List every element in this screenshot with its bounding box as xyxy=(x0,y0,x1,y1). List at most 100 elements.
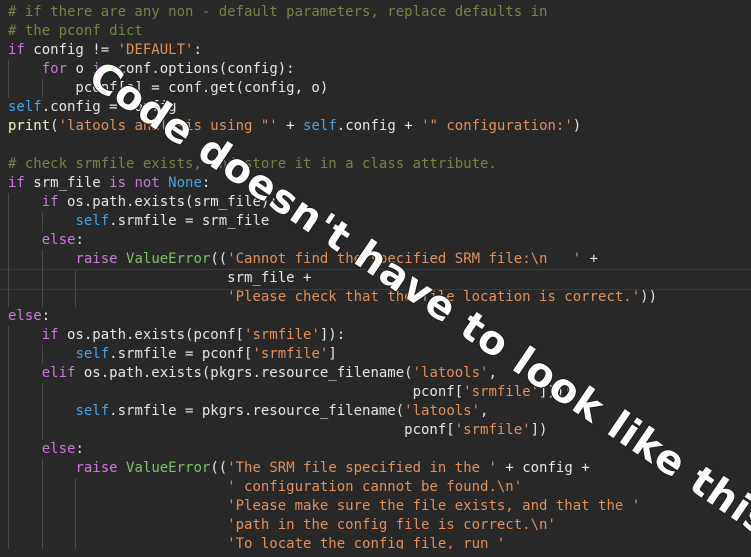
code-token: 'path in the config file is correct.\n' xyxy=(227,517,556,533)
code-token: else xyxy=(8,308,42,324)
code-token: ]) xyxy=(530,422,548,438)
code-line[interactable]: # if there are any non - default paramet… xyxy=(8,3,547,22)
code-line[interactable]: 'To locate the config file, run ' xyxy=(8,535,505,549)
code-token: ' configuration cannot be found.\n' xyxy=(227,479,523,495)
code-token: ] xyxy=(328,346,337,362)
code-token: None xyxy=(168,175,202,191)
code-token: 'DEFAULT' xyxy=(117,42,194,58)
code-token: 'latools' xyxy=(412,365,489,381)
code-token: + xyxy=(277,118,304,134)
code-token: )) xyxy=(640,289,658,305)
code-token: os.path.exists(pconf[ xyxy=(58,327,245,343)
code-line[interactable]: pconf['srmfile'])): xyxy=(8,383,573,402)
code-token: self xyxy=(75,346,110,362)
code-token: (( xyxy=(210,251,228,267)
code-token: if xyxy=(41,327,59,343)
code-line[interactable]: self.srmfile = srm_file xyxy=(8,212,269,231)
code-line[interactable]: 'Please make sure the file exists, and t… xyxy=(8,497,640,516)
code-line[interactable]: raise ValueError(('The SRM file specifie… xyxy=(8,459,590,478)
code-token: srm_file + xyxy=(8,270,312,286)
code-line[interactable]: if srm_file is not None: xyxy=(8,174,210,193)
code-line[interactable]: else: xyxy=(8,307,50,326)
code-token: : xyxy=(41,308,51,324)
code-token: config xyxy=(24,42,93,58)
code-token: 'latools' xyxy=(404,403,481,419)
code-token: (( xyxy=(210,460,228,476)
code-token: 'srmfile' xyxy=(252,346,329,362)
code-token: ( xyxy=(50,118,59,134)
code-token: self xyxy=(303,118,337,134)
code-token: , xyxy=(480,403,489,419)
code-token: # the pconf dict xyxy=(8,23,143,39)
code-line[interactable]: else: xyxy=(8,440,84,459)
code-token: if xyxy=(8,175,25,191)
code-line[interactable]: print('latools analysis using "' + self.… xyxy=(8,117,581,136)
code-line[interactable]: else: xyxy=(8,231,84,250)
code-token: self xyxy=(8,99,42,115)
code-token: ]): xyxy=(319,327,346,343)
code-token: o xyxy=(67,61,93,77)
code-line[interactable]: 'path in the config file is correct.\n' xyxy=(8,516,556,535)
code-token: '" configuration:' xyxy=(421,118,573,134)
code-line[interactable]: pconf['srmfile']) xyxy=(8,421,547,440)
code-token: if xyxy=(8,42,25,58)
code-line[interactable]: elif os.path.exists(pkgrs.resource_filen… xyxy=(8,364,497,383)
code-token: ValueError xyxy=(126,251,211,267)
code-token: self xyxy=(75,403,110,419)
code-token: 'srmfile' xyxy=(454,422,531,438)
code-line[interactable]: ' configuration cannot be found.\n' xyxy=(8,478,522,497)
code-token: pconf[ xyxy=(8,384,464,400)
code-token: srm_file xyxy=(24,175,110,191)
code-line[interactable]: self.srmfile = pconf['srmfile'] xyxy=(8,345,337,364)
code-token: print xyxy=(8,118,51,134)
code-token: .config + xyxy=(336,118,422,134)
code-token: pconf[ xyxy=(8,422,455,438)
code-token: if xyxy=(41,194,59,210)
code-line[interactable]: raise ValueError(('Cannot find the speci… xyxy=(8,250,598,269)
code-token: 'To locate the config file, run ' xyxy=(227,536,506,549)
code-line[interactable]: for o in conf.options(config): xyxy=(8,60,295,79)
code-token: .srmfile = srm_file xyxy=(109,213,270,229)
code-token: for xyxy=(41,61,68,77)
code-line[interactable]: # the pconf dict xyxy=(8,22,143,41)
code-token: : xyxy=(75,232,84,248)
code-token: 'Please make sure the file exists, and t… xyxy=(227,498,641,514)
code-line[interactable]: srm_file + xyxy=(8,269,311,288)
code-token: raise xyxy=(75,460,118,476)
code-token: elif xyxy=(41,365,76,381)
code-token: # if there are any non - default paramet… xyxy=(8,4,548,20)
code-line[interactable]: self.srmfile = pkgrs.resource_filename('… xyxy=(8,402,488,421)
code-token: .srmfile = pconf[ xyxy=(109,346,253,362)
code-token: else xyxy=(41,441,76,457)
code-line[interactable]: 'Please check that the file location is … xyxy=(8,288,657,307)
code-token: 'The SRM file specified in the ' xyxy=(227,460,497,476)
code-token: .srmfile = pkgrs.resource_filename( xyxy=(109,403,405,419)
code-token: : xyxy=(75,441,84,457)
code-token: + config + xyxy=(496,460,590,476)
code-token: : xyxy=(193,42,202,58)
code-token: raise xyxy=(75,251,118,267)
code-token: 'srmfile' xyxy=(244,327,320,343)
code-token: os.path.exists(pkgrs.resource_filename( xyxy=(75,365,413,381)
code-token: ValueError xyxy=(126,460,211,476)
code-line[interactable]: if os.path.exists(pconf['srmfile']): xyxy=(8,326,345,345)
